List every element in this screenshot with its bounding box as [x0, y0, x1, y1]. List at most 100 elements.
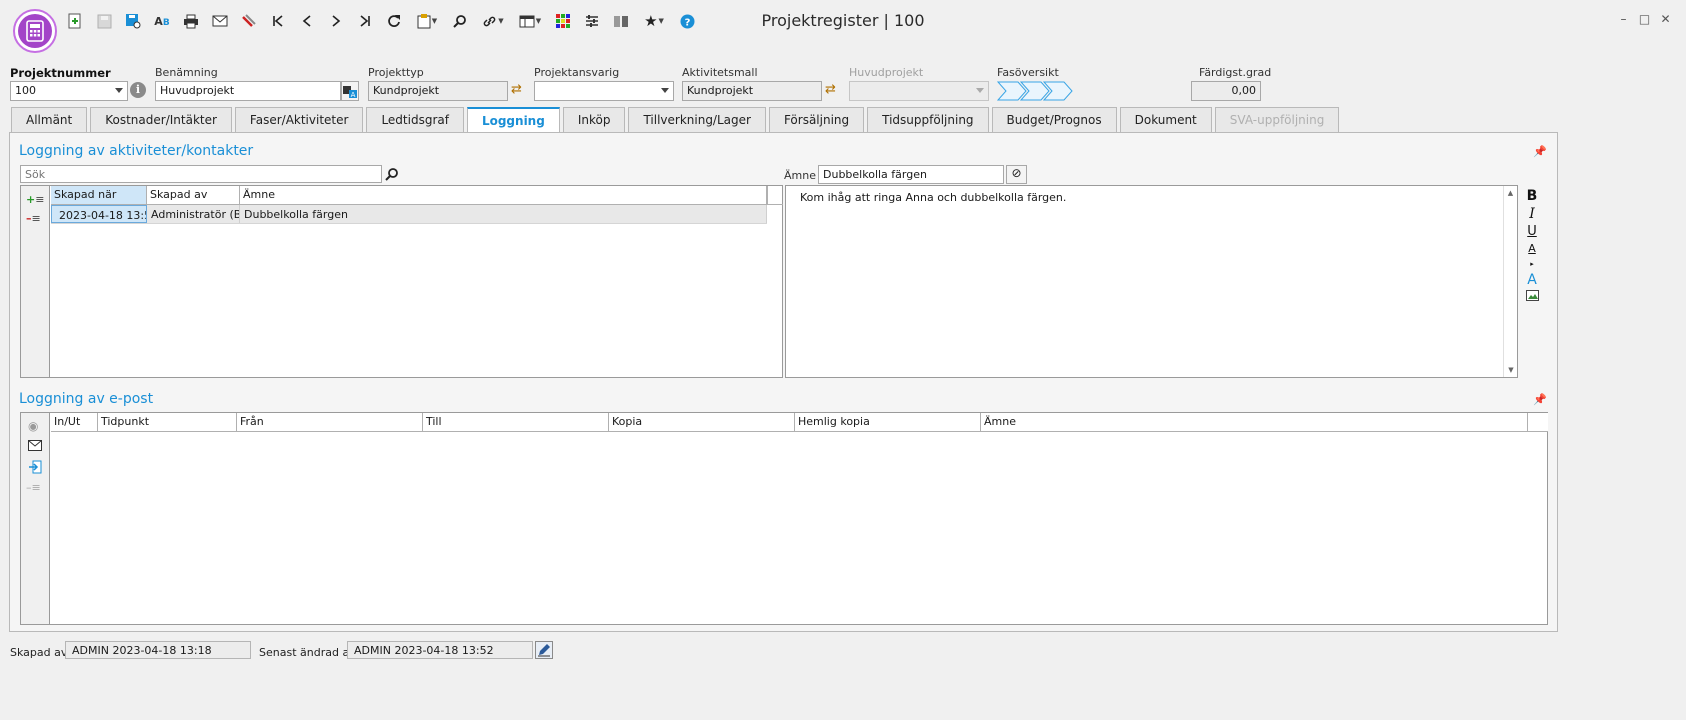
attachment-icon[interactable]: ⊘: [1006, 165, 1027, 184]
fardigst-field[interactable]: 0,00: [1191, 81, 1261, 101]
table-cell[interactable]: Dubbelkolla färgen: [240, 205, 767, 223]
column-header[interactable]: In/Ut: [51, 413, 98, 431]
close-icon[interactable]: ✕: [1655, 12, 1676, 26]
column-header[interactable]: Kopia: [609, 413, 795, 431]
projektansvarig-label: Projektansvarig: [534, 66, 620, 79]
grid-header-filler: [767, 186, 783, 205]
tab-tidsuppfoljning[interactable]: Tidsuppföljning: [867, 107, 989, 132]
created-by-field: ADMIN 2023-04-18 13:18: [65, 641, 251, 659]
column-header[interactable]: Till: [423, 413, 609, 431]
phase-chevrons[interactable]: [996, 81, 1073, 104]
bold-icon[interactable]: B: [1524, 188, 1540, 206]
search-input[interactable]: [20, 165, 382, 183]
note-scrollbar[interactable]: ▲ ▼: [1503, 186, 1517, 377]
benamning-label: Benämning: [155, 66, 218, 79]
grid-header-filler: [1528, 413, 1548, 431]
italic-icon[interactable]: I: [1524, 206, 1540, 224]
table-row[interactable]: 2023-04-18 13:51 Administratör (B... Dub…: [51, 205, 767, 224]
aktivitetsmall-label: Aktivitetsmall: [682, 66, 758, 79]
import-icon[interactable]: [28, 460, 42, 477]
subject-label: Ämne: [784, 169, 816, 182]
tab-budget[interactable]: Budget/Prognos: [991, 107, 1117, 132]
subject-field[interactable]: Dubbelkolla färgen: [818, 165, 1004, 184]
insert-image-icon[interactable]: [1524, 290, 1540, 308]
column-header[interactable]: Tidpunkt: [98, 413, 237, 431]
projektnummer-field[interactable]: 100: [10, 81, 128, 101]
remove-row-icon: –≡: [26, 481, 41, 494]
huvudprojekt-field: [849, 81, 989, 101]
column-header[interactable]: Skapad när: [51, 186, 147, 204]
translate-icon[interactable]: A: [341, 81, 359, 101]
format-toolbar: B I U A ▸ A: [1524, 188, 1540, 308]
projektnummer-label: Projektnummer: [10, 66, 111, 80]
projekttyp-field[interactable]: Kundprojekt: [368, 81, 508, 101]
swap-icon[interactable]: ⇄: [511, 82, 522, 97]
scroll-down-icon[interactable]: ▼: [1504, 366, 1518, 374]
chevron-down-icon[interactable]: [661, 88, 669, 93]
column-header[interactable]: Ämne: [981, 413, 1528, 431]
caret-right-icon[interactable]: ▸: [1524, 260, 1540, 272]
swap-icon[interactable]: ⇄: [825, 82, 836, 97]
minimize-icon[interactable]: –: [1613, 12, 1634, 26]
email-log-title: Loggning av e-post: [19, 391, 154, 407]
add-row-icon[interactable]: +≡: [26, 193, 44, 206]
tab-dokument[interactable]: Dokument: [1119, 107, 1212, 132]
edit-icon[interactable]: [535, 641, 553, 659]
note-text[interactable]: Kom ihåg att ringa Anna och dubbelkolla …: [800, 191, 1066, 204]
underline-icon[interactable]: U: [1524, 224, 1540, 242]
tab-faser[interactable]: Faser/Aktiviteter: [234, 107, 364, 132]
scroll-up-icon[interactable]: ▲: [1504, 189, 1517, 197]
activity-log-title: Loggning av aktiviteter/kontakter: [19, 143, 254, 159]
chevron-down-icon: [976, 88, 984, 93]
maximize-icon[interactable]: □: [1634, 12, 1655, 26]
projektansvarig-field[interactable]: [534, 81, 674, 101]
email-grid-header: In/Ut Tidpunkt Från Till Kopia Hemlig ko…: [51, 413, 1548, 432]
window-controls: – □ ✕: [1613, 12, 1676, 26]
highlight-icon[interactable]: A: [1524, 272, 1540, 290]
projektnummer-value: 100: [15, 84, 36, 97]
email-grid-sidebar: ◉ –≡: [21, 413, 50, 624]
activity-grid-sidebar: +≡ –≡: [21, 186, 50, 377]
eye-icon[interactable]: ◉: [28, 419, 38, 433]
email-grid: ◉ –≡ In/Ut Tidpunkt Från Till Kopia Heml…: [20, 412, 1548, 625]
tab-ledtidsgraf[interactable]: Ledtidsgraf: [366, 107, 464, 132]
activity-grid: +≡ –≡ Skapad när Skapad av Ämne 2023-04-…: [20, 185, 783, 378]
table-cell[interactable]: Administratör (B...: [147, 205, 240, 223]
tab-forsaljning[interactable]: Försäljning: [768, 107, 865, 132]
fardigst-label: Färdigst.grad: [1199, 66, 1272, 79]
table-cell[interactable]: 2023-04-18 13:51: [51, 205, 147, 223]
projekttyp-label: Projekttyp: [368, 66, 424, 79]
tab-sva: SVA-uppföljning: [1214, 107, 1340, 132]
benamning-field[interactable]: Huvudprojekt: [155, 81, 341, 101]
fasoversikt-label: Fasöversikt: [997, 66, 1059, 79]
svg-text:A: A: [351, 91, 356, 98]
column-header[interactable]: Från: [237, 413, 423, 431]
pin-icon[interactable]: 📌: [1533, 145, 1547, 158]
remove-row-icon[interactable]: –≡: [26, 212, 41, 225]
changed-by-label: Senast ändrad av: [259, 646, 356, 659]
tab-inkop[interactable]: Inköp: [562, 107, 626, 132]
email-icon[interactable]: [28, 440, 42, 454]
created-by-label: Skapad av: [10, 646, 68, 659]
activity-grid-table: Skapad när Skapad av Ämne 2023-04-18 13:…: [51, 186, 767, 224]
email-grid-table: In/Ut Tidpunkt Från Till Kopia Hemlig ko…: [51, 413, 1548, 432]
chevron-down-icon[interactable]: [115, 88, 123, 93]
window-title: Projektregister | 100: [761, 11, 925, 30]
info-icon[interactable]: i: [130, 82, 146, 98]
tab-allmant[interactable]: Allmänt: [11, 107, 88, 132]
pin-icon[interactable]: 📌: [1533, 393, 1547, 406]
note-editor[interactable]: Kom ihåg att ringa Anna och dubbelkolla …: [785, 185, 1518, 378]
tab-bar: Allmänt Kostnader/Intäkter Faser/Aktivit…: [11, 107, 1342, 133]
tab-loggning[interactable]: Loggning: [466, 107, 560, 133]
font-color-icon[interactable]: A: [1524, 242, 1540, 260]
changed-by-field: ADMIN 2023-04-18 13:52: [347, 641, 533, 659]
search-icon[interactable]: [385, 167, 399, 184]
column-header[interactable]: Hemlig kopia: [795, 413, 981, 431]
column-header[interactable]: Ämne: [240, 186, 767, 204]
activity-grid-header: Skapad när Skapad av Ämne: [51, 186, 767, 205]
tab-tillverkning[interactable]: Tillverkning/Lager: [628, 107, 766, 132]
huvudprojekt-label: Huvudprojekt: [849, 66, 924, 79]
aktivitetsmall-field[interactable]: Kundprojekt: [682, 81, 822, 101]
column-header[interactable]: Skapad av: [147, 186, 240, 204]
tab-kostnader[interactable]: Kostnader/Intäkter: [90, 107, 232, 132]
